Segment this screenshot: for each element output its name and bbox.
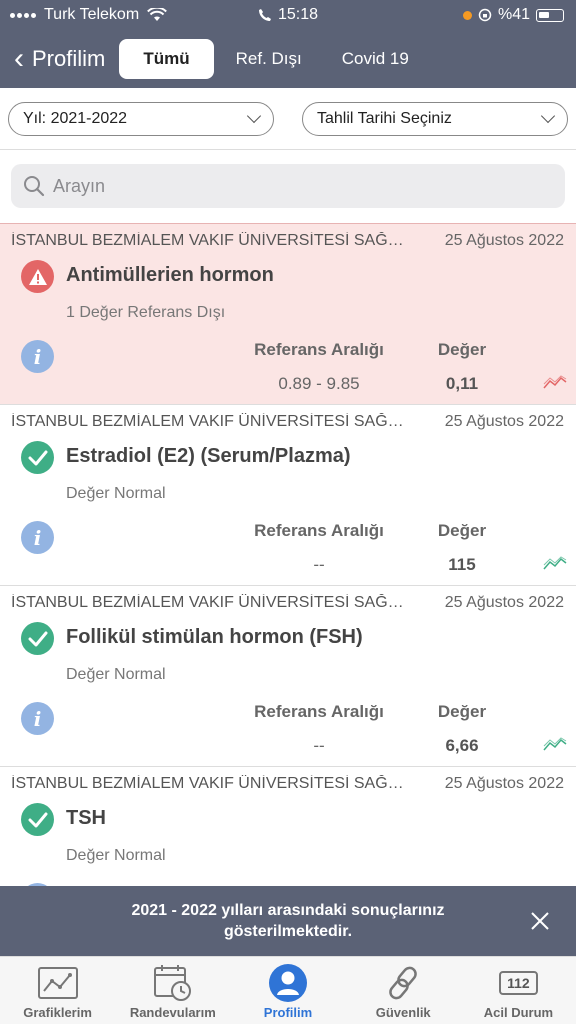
test-date-dropdown-value: Tahlil Tarihi Seçiniz <box>317 109 452 127</box>
chevron-down-icon <box>246 108 262 123</box>
value-label: Değer <box>437 521 487 540</box>
bottom-tab-bar: Grafiklerim Randevularım Profilim Güvenl… <box>0 956 576 1024</box>
results-list: İSTANBUL BEZMİALEM VAKIF ÜNİVERSİTESİ SA… <box>0 224 576 886</box>
reference-range-value: -- <box>313 555 325 574</box>
year-dropdown[interactable]: Yıl: 2021-2022 <box>8 101 274 136</box>
tab-acil-durum[interactable]: 112 Acil Durum <box>461 957 576 1024</box>
battery-icon <box>536 8 564 22</box>
result-value: 6,66 <box>445 736 479 755</box>
chain-link-icon <box>381 963 425 1003</box>
clock-time: 15:18 <box>277 6 319 23</box>
search-bar[interactable] <box>11 164 565 208</box>
info-icon[interactable]: i <box>21 702 54 735</box>
rotation-lock-icon <box>478 8 492 22</box>
emergency-112-icon: 112 <box>496 963 540 1003</box>
result-status: Değer Normal <box>66 485 166 502</box>
test-name: Follikül stimülan hormon (FSH) <box>66 626 363 648</box>
reference-range-label: Referans Aralığı <box>254 340 384 359</box>
value-label: Değer <box>437 702 487 721</box>
tab-covid-19[interactable]: Covid 19 <box>324 40 427 78</box>
result-status: Değer Normal <box>66 847 166 864</box>
reference-range-label: Referans Aralığı <box>254 521 384 540</box>
chevron-down-icon <box>540 108 556 123</box>
tab-label: Acil Durum <box>483 1005 554 1020</box>
tab-profilim[interactable]: Profilim <box>230 957 345 1024</box>
tab-all[interactable]: Tümü <box>119 39 214 79</box>
profile-icon <box>266 963 310 1003</box>
trend-chart-icon[interactable] <box>543 374 567 390</box>
result-card[interactable]: İSTANBUL BEZMİALEM VAKIF ÜNİVERSİTESİ SA… <box>0 405 576 586</box>
info-banner: 2021 - 2022 yılları arasındaki sonuçları… <box>0 886 576 956</box>
wifi-icon <box>147 8 168 21</box>
signal-icon <box>10 12 36 18</box>
tab-out-of-reference[interactable]: Ref. Dışı <box>218 40 320 78</box>
chevron-left-icon: ‹ <box>14 42 24 75</box>
test-date-dropdown[interactable]: Tahlil Tarihi Seçiniz <box>302 101 568 136</box>
filters-row: Yıl: 2021-2022 Tahlil Tarihi Seçiniz <box>0 88 576 150</box>
hospital-name: İSTANBUL BEZMİALEM VAKIF ÜNİVERSİTESİ SA… <box>11 413 411 430</box>
year-dropdown-value: Yıl: 2021-2022 <box>23 109 128 127</box>
tab-label: Grafiklerim <box>23 1005 92 1020</box>
hospital-name: İSTANBUL BEZMİALEM VAKIF ÜNİVERSİTESİ SA… <box>11 775 411 792</box>
chart-icon <box>36 963 80 1003</box>
trend-chart-icon[interactable] <box>543 555 567 571</box>
test-date: 25 Ağustos 2022 <box>444 775 564 792</box>
tab-label: Güvenlik <box>375 1005 431 1020</box>
banner-message: 2021 - 2022 yılları arasındaki sonuçları… <box>131 902 445 940</box>
search-icon <box>24 176 45 197</box>
tab-randevularim[interactable]: Randevularım <box>115 957 230 1024</box>
mic-indicator-icon <box>462 10 472 20</box>
tab-grafiklerim[interactable]: Grafiklerim <box>0 957 115 1024</box>
reference-range-value: -- <box>313 736 325 755</box>
reference-range-label: Referans Aralığı <box>254 702 384 721</box>
test-date: 25 Ağustos 2022 <box>444 232 564 249</box>
phone-icon <box>258 9 271 21</box>
close-icon[interactable] <box>528 909 552 933</box>
carrier-name: Turk Telekom <box>44 6 140 23</box>
test-date: 25 Ağustos 2022 <box>444 594 564 611</box>
hospital-name: İSTANBUL BEZMİALEM VAKIF ÜNİVERSİTESİ SA… <box>11 232 411 249</box>
tab-label: Profilim <box>263 1005 313 1020</box>
info-icon[interactable]: i <box>21 521 54 554</box>
reference-range-value: 0.89 - 9.85 <box>278 374 360 393</box>
trend-chart-icon[interactable] <box>543 736 567 752</box>
back-label: Profilim <box>32 46 106 71</box>
tab-label: Randevularım <box>129 1005 216 1020</box>
emergency-badge: 112 <box>499 971 538 995</box>
test-name: TSH <box>66 807 106 829</box>
top-header: ‹ Profilim Tümü Ref. Dışı Covid 19 <box>0 30 576 88</box>
calendar-clock-icon <box>151 963 195 1003</box>
test-date: 25 Ağustos 2022 <box>444 413 564 430</box>
result-card[interactable]: İSTANBUL BEZMİALEM VAKIF ÜNİVERSİTESİ SA… <box>0 586 576 767</box>
checkmark-icon <box>21 803 54 836</box>
result-value: 0,11 <box>445 374 479 393</box>
filter-tabs: Tümü Ref. Dışı Covid 19 <box>119 39 427 79</box>
result-card[interactable]: İSTANBUL BEZMİALEM VAKIF ÜNİVERSİTESİ SA… <box>0 224 576 405</box>
battery-percent: %41 <box>497 6 530 23</box>
result-status: 1 Değer Referans Dışı <box>66 304 226 321</box>
info-icon[interactable]: i <box>21 340 54 373</box>
warning-icon <box>21 260 54 293</box>
result-value: 115 <box>448 555 476 574</box>
checkmark-icon <box>21 622 54 655</box>
result-status: Değer Normal <box>66 666 166 683</box>
search-section <box>0 150 576 224</box>
hospital-name: İSTANBUL BEZMİALEM VAKIF ÜNİVERSİTESİ SA… <box>11 594 411 611</box>
status-bar: Turk Telekom 15:18 %41 <box>0 0 576 30</box>
result-card[interactable]: İSTANBUL BEZMİALEM VAKIF ÜNİVERSİTESİ SA… <box>0 767 576 886</box>
test-name: Estradiol (E2) (Serum/Plazma) <box>66 445 351 467</box>
back-button[interactable]: ‹ Profilim <box>0 44 105 74</box>
search-input[interactable] <box>53 175 533 197</box>
checkmark-icon <box>21 441 54 474</box>
value-label: Değer <box>437 340 487 359</box>
tab-guvenlik[interactable]: Güvenlik <box>346 957 461 1024</box>
test-name: Antimüllerien hormon <box>66 264 274 286</box>
